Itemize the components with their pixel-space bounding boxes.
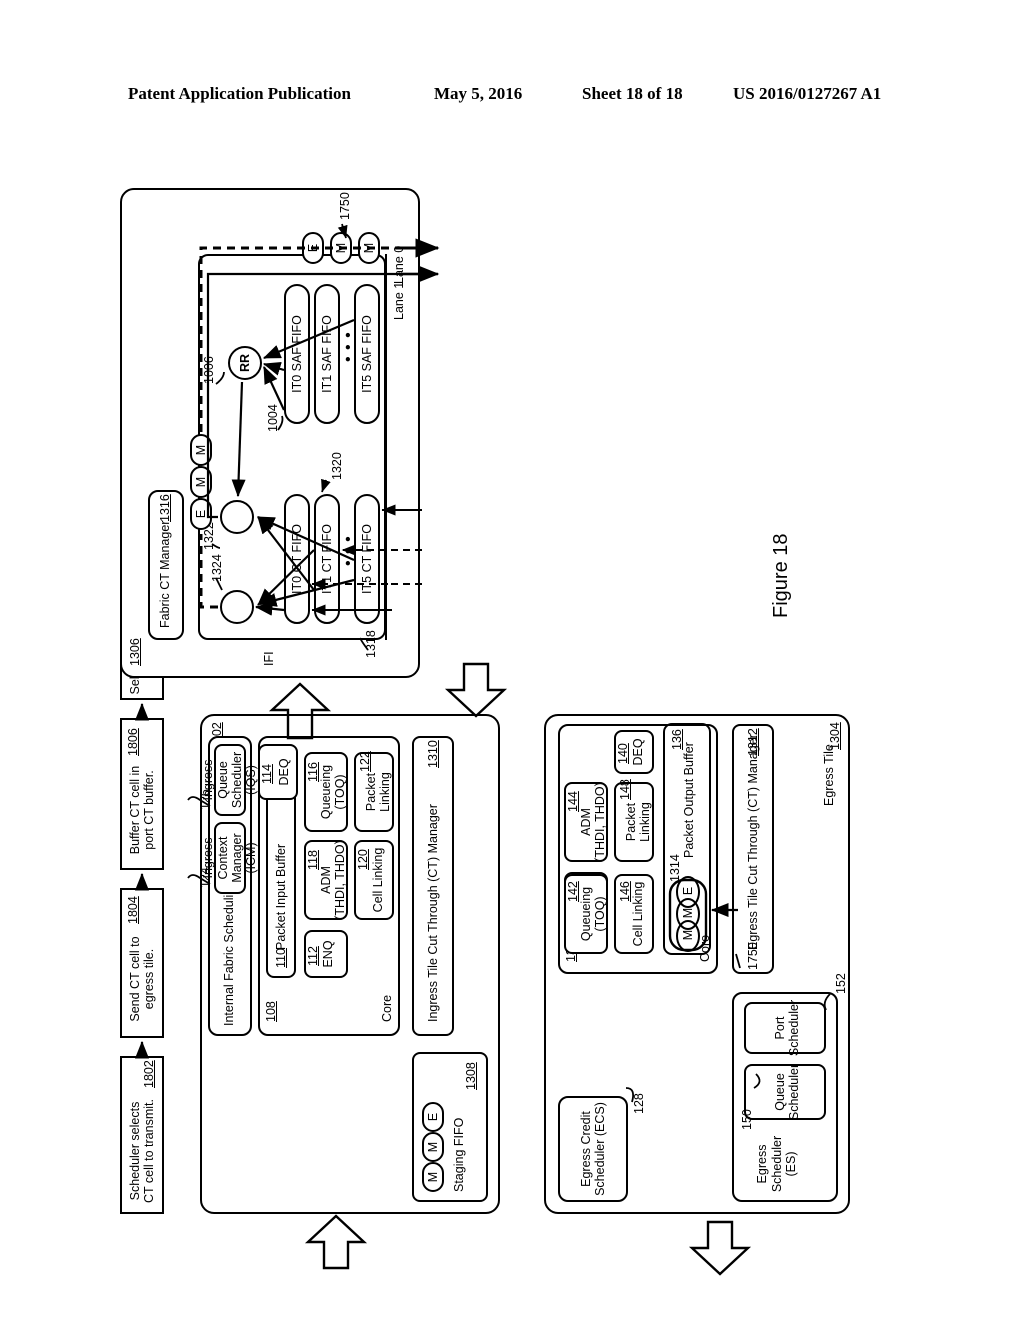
- egress-tile-ref: 1304: [828, 722, 842, 750]
- ifi-inner-ref: 1318: [364, 630, 378, 658]
- egress-ct-manager-ref: 1312: [746, 728, 760, 756]
- packet-input-buffer-label: Packet Input Buffer: [274, 843, 288, 950]
- staging-fifo-cell-e: E: [422, 1102, 444, 1132]
- ifi-ref: 1306: [128, 638, 142, 666]
- ct-selector-1324-ref: 1324: [210, 554, 224, 582]
- ingress-ct-manager-ref: 1310: [426, 740, 440, 768]
- ingress-adm-ref: 118: [306, 850, 320, 870]
- saf-fifo-ellipsis: • • •: [340, 331, 357, 362]
- ct-fifo-it1-label: IT1 CT FIFO: [319, 524, 334, 594]
- egress-queueing-label: Queueing (TOQ): [578, 886, 607, 942]
- egress-scheduler-ref: 152: [834, 973, 848, 994]
- ct-fifo-group-ref: 1320: [330, 452, 344, 480]
- flow-step-1804-ref: 1804: [126, 896, 140, 924]
- fabric-ct-manager-ref: 1316: [158, 494, 172, 522]
- egress-packet-linking-label: Packet Linking: [623, 802, 652, 842]
- ifi-out-cell-m2: M: [358, 232, 380, 264]
- ct-fifo-ellipsis: • • •: [340, 535, 357, 566]
- egress-ct-cell-e: E: [680, 886, 695, 896]
- fabric-ct-manager-label: Fabric CT Manager: [158, 520, 172, 628]
- ingress-deq-label: DEQ: [276, 758, 291, 786]
- egress-packet-linking-ref: 148: [618, 779, 632, 800]
- hollow-arrow-out-of-egress: [688, 1220, 752, 1276]
- ifi-top-cell-m2: M: [190, 434, 212, 466]
- flow-step-1802-label: Scheduler selects CT cell to transmit.: [127, 1099, 156, 1203]
- egress-adm-label: ADM (THDI, THDO): [578, 782, 607, 862]
- egress-adm-ref: 144: [566, 791, 580, 812]
- ifi-out-cell-m1: M: [330, 232, 352, 264]
- egress-credit-scheduler-ref: 128: [632, 1093, 646, 1114]
- flow-step-1806-label: Buffer CT cell in port CT buffer.: [127, 765, 156, 855]
- egress-deq-ref: 140: [616, 743, 630, 764]
- egress-deq-label: DEQ: [630, 738, 645, 766]
- egress-scheduler-label: Egress Scheduler (ES): [755, 1135, 799, 1193]
- round-robin-selector: RR: [228, 346, 262, 380]
- saf-fifo-group-ref: 1004: [266, 404, 280, 432]
- ifi-title: IFI: [262, 651, 276, 666]
- egress-queueing-ref: 142: [566, 881, 580, 902]
- ct-selector-1324: [220, 590, 254, 624]
- egress-cell-linking-label: Cell Linking: [630, 881, 645, 947]
- ct-fifo-it5-label: IT5 CT FIFO: [359, 524, 374, 594]
- ingress-queue-scheduler-ref: 126: [198, 789, 212, 810]
- queue-scheduler-ref: 150: [740, 1109, 754, 1130]
- ingress-context-manager-ref: 124: [198, 867, 212, 888]
- staging-fifo-ref: 1308: [464, 1062, 478, 1090]
- flow-step-1804-label: Send CT cell to egress tile.: [127, 936, 156, 1022]
- egress-credit-scheduler-label: Egress Credit Scheduler (ECS): [578, 1102, 607, 1196]
- ingress-queueing-ref: 116: [306, 762, 320, 782]
- ingress-queueing-label: Queueing (TOQ): [318, 764, 347, 820]
- round-robin-ref: 1006: [202, 356, 216, 384]
- ingress-core-ref: 108: [264, 1001, 278, 1022]
- header-patent-number: US 2016/0127267 A1: [733, 84, 882, 103]
- ct-selector-1322: [220, 500, 254, 534]
- ingress-cell-linking-label: Cell Linking: [370, 847, 385, 913]
- ingress-ct-manager-label: Ingress Tile Cut Through (CT) Manager: [426, 804, 440, 1022]
- ingress-cell-linking-ref: 120: [356, 849, 370, 870]
- header-sheet: Sheet 18 of 18: [582, 84, 683, 103]
- packet-output-buffer-ref: 136: [670, 729, 684, 750]
- egress-ct-manager-label: Egress Tile Cut Through (CT) Manager: [746, 734, 760, 950]
- staging-fifo-cell-m1: M: [422, 1162, 444, 1192]
- port-scheduler-label: Port Scheduler: [772, 999, 801, 1057]
- ingress-core-label: Core: [380, 994, 394, 1022]
- flow-step-1802-ref: 1802: [142, 1060, 156, 1088]
- ifi-lane-1-label: Lane 1: [392, 281, 406, 320]
- header-date: May 5, 2016: [434, 84, 523, 103]
- egress-ct-pointer-ref: 1750: [746, 942, 760, 970]
- ingress-deq-ref: 114: [260, 764, 274, 784]
- flow-step-1806-ref: 1806: [126, 728, 140, 756]
- internal-fabric-scheduling-label: Internal Fabric Scheduling: [222, 880, 236, 1026]
- ifi-top-cell-e: E: [190, 498, 212, 530]
- ingress-enq-label: ENQ: [320, 940, 335, 968]
- page-header: Patent Application Publication May 5, 20…: [0, 84, 1024, 110]
- ifi-out-cell-e: E: [302, 232, 324, 264]
- hollow-arrow-ifi-to-egress: [444, 662, 508, 718]
- ifi-lane-0-label: Lane 0: [392, 245, 406, 284]
- egress-cell-linking-ref: 146: [618, 881, 632, 902]
- ingress-context-manager-label: Ingress Context Manager (ICM): [201, 833, 258, 883]
- ifi-top-cell-m1: M: [190, 466, 212, 498]
- ingress-packet-linking-ref: 122: [358, 751, 372, 772]
- egress-core-label: Core: [698, 934, 712, 962]
- saf-fifo-it5-label: IT5 SAF FIFO: [359, 315, 374, 393]
- queue-scheduler-label: Queue Scheduler: [772, 1063, 801, 1121]
- ingress-queue-scheduler-label: Ingress Queue Scheduler (IQS): [201, 751, 258, 809]
- saf-fifo-it1-label: IT1 SAF FIFO: [319, 315, 334, 393]
- ingress-adm-label: ADM (THDI, THDO): [318, 840, 347, 920]
- saf-fifo-it0-label: IT0 SAF FIFO: [289, 315, 304, 393]
- ct-fifo-it0-label: IT0 CT FIFO: [289, 524, 304, 594]
- packet-input-buffer-ref: 110: [274, 948, 288, 968]
- figure-canvas: Scheduler selects CT cell to transmit. 1…: [92, 130, 932, 1276]
- staging-fifo-cell-m2: M: [422, 1132, 444, 1162]
- staging-fifo-label: Staging FIFO: [452, 1117, 466, 1192]
- ingress-packet-linking-label: Packet Linking: [363, 772, 392, 812]
- hollow-arrow-into-ingress: [304, 1214, 368, 1270]
- ingress-enq-ref: 112: [306, 946, 320, 966]
- ifi-out-cells-ref: 1750: [338, 192, 352, 220]
- packet-output-buffer-label: Packet Output Buffer: [682, 742, 696, 858]
- egress-tile-title: Egress Tile: [822, 744, 836, 806]
- header-publication: Patent Application Publication: [128, 84, 351, 103]
